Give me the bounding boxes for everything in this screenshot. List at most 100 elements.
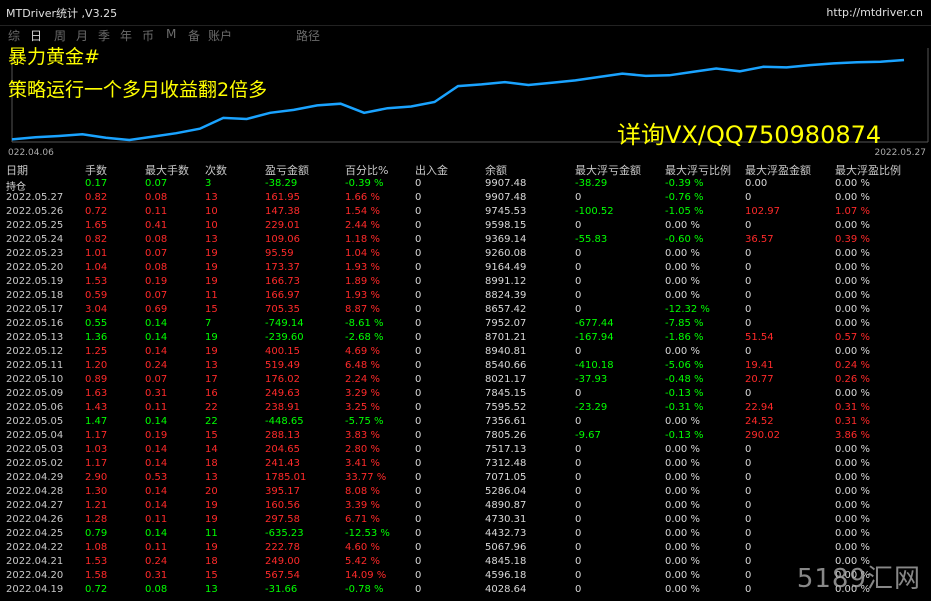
table-cell: 1.21 <box>85 500 108 511</box>
table-cell: 0.00 % <box>835 318 870 329</box>
table-cell: 2022.05.16 <box>6 318 64 329</box>
table-cell: 13 <box>205 192 218 203</box>
table-cell: 0 <box>415 318 422 329</box>
table-cell: 3.29 % <box>345 388 380 399</box>
table-cell: 95.59 <box>265 248 294 259</box>
table-cell: 4890.87 <box>485 500 527 511</box>
table-cell: 0 <box>415 304 422 315</box>
header-cell[interactable]: 手数 <box>85 162 107 178</box>
table-cell: 0.00 % <box>665 444 700 455</box>
table-cell: 8657.42 <box>485 304 527 315</box>
table-cell: -23.29 <box>575 402 608 413</box>
table-cell: 0.24 % <box>835 360 870 371</box>
table-cell: 11 <box>205 290 218 301</box>
table-cell: 2.80 % <box>345 444 380 455</box>
chart-date-start: 022.04.06 <box>8 148 54 158</box>
table-cell: 13 <box>205 584 218 595</box>
table-cell: 0 <box>575 290 582 301</box>
table-cell: 0.08 <box>145 192 168 203</box>
table-cell: 290.02 <box>745 430 780 441</box>
table-cell: 0.00 % <box>665 416 700 427</box>
table-cell: 4.69 % <box>345 346 380 357</box>
table-cell: 1.04 <box>85 262 108 273</box>
header-cell[interactable]: 最大浮盈金额 <box>745 162 811 178</box>
header-cell[interactable]: 出入金 <box>415 162 448 178</box>
table-cell: -9.67 <box>575 430 601 441</box>
table-cell: 3.86 % <box>835 430 870 441</box>
table-cell: 2022.04.22 <box>6 542 64 553</box>
header-cell[interactable]: 次数 <box>205 162 227 178</box>
table-cell: 1.17 <box>85 430 108 441</box>
table-cell: 0 <box>575 276 582 287</box>
header-cell[interactable]: 余额 <box>485 162 507 178</box>
table-cell: 0.00 % <box>835 388 870 399</box>
header-cell[interactable]: 最大浮亏比例 <box>665 162 731 178</box>
table-cell: 0.07 <box>145 178 168 189</box>
table-cell: 4845.18 <box>485 556 527 567</box>
website-link[interactable]: http://mtdriver.cn <box>826 6 923 19</box>
table-cell: 0.00 % <box>835 500 870 511</box>
table-cell: 0 <box>415 402 422 413</box>
header-cell[interactable]: 最大浮盈比例 <box>835 162 901 178</box>
table-cell: 8.87 % <box>345 304 380 315</box>
table-cell: 2022.05.19 <box>6 276 64 287</box>
table-cell: 0 <box>415 444 422 455</box>
table-cell: -1.05 % <box>665 206 704 217</box>
table-cell: 3.39 % <box>345 500 380 511</box>
table-cell: -448.65 <box>265 416 304 427</box>
table-cell: 0 <box>575 514 582 525</box>
table-cell: 0 <box>415 416 422 427</box>
table-cell: 1.66 % <box>345 192 380 203</box>
table-cell: 0.57 % <box>835 332 870 343</box>
table-cell: 1.53 <box>85 556 108 567</box>
table-cell: 1.30 <box>85 486 108 497</box>
table-cell: 4730.31 <box>485 514 527 525</box>
table-cell: 11 <box>205 528 218 539</box>
table-cell: 400.15 <box>265 346 300 357</box>
table-cell: 0 <box>745 262 752 273</box>
table-cell: 0.00 % <box>665 220 700 231</box>
table-cell: -37.93 <box>575 374 608 385</box>
table-cell: 2022.04.26 <box>6 514 64 525</box>
table-cell: 0 <box>745 458 752 469</box>
header-cell[interactable]: 百分比% <box>345 162 388 178</box>
header-cell[interactable]: 盈亏金额 <box>265 162 309 178</box>
header-cell[interactable]: 最大手数 <box>145 162 189 178</box>
table-cell: 2022.05.11 <box>6 360 64 371</box>
header-cell[interactable]: 日期 <box>6 162 28 178</box>
table-cell: 9907.48 <box>485 192 527 203</box>
table-cell: 0.00 % <box>665 570 700 581</box>
table-cell: 0 <box>575 220 582 231</box>
table-cell: 1.17 <box>85 458 108 469</box>
table-cell: 1785.01 <box>265 472 307 483</box>
table-cell: -38.29 <box>265 178 298 189</box>
table-cell: 0 <box>415 570 422 581</box>
table-cell: 2022.05.23 <box>6 248 64 259</box>
table-cell: -8.61 % <box>345 318 384 329</box>
table-cell: 0 <box>415 290 422 301</box>
table-cell: 24.52 <box>745 416 774 427</box>
table-cell: 161.95 <box>265 192 300 203</box>
table-cell: 297.58 <box>265 514 300 525</box>
table-cell: -0.39 % <box>665 178 704 189</box>
table-cell: 0 <box>745 472 752 483</box>
table-cell: 0 <box>415 430 422 441</box>
title-bar: MTDriver统计 ,V3.25 http://mtdriver.cn <box>0 0 931 26</box>
table-cell: 19.41 <box>745 360 774 371</box>
table-cell: 5.42 % <box>345 556 380 567</box>
table-cell: 0.00 % <box>665 458 700 469</box>
table-cell: 19 <box>205 248 218 259</box>
table-cell: 0.69 <box>145 304 168 315</box>
table-cell: 1.89 % <box>345 276 380 287</box>
table-cell: 2022.04.29 <box>6 472 64 483</box>
table-cell: 8824.39 <box>485 290 527 301</box>
table-cell: 0.53 <box>145 472 168 483</box>
table-cell: 0.00 % <box>835 290 870 301</box>
table-cell: 0 <box>415 192 422 203</box>
table-cell: -1.86 % <box>665 332 704 343</box>
table-cell: 0.00 % <box>835 444 870 455</box>
table-cell: 0.11 <box>145 206 168 217</box>
table-cell: 8.08 % <box>345 486 380 497</box>
table-cell: -55.83 <box>575 234 608 245</box>
header-cell[interactable]: 最大浮亏金额 <box>575 162 641 178</box>
